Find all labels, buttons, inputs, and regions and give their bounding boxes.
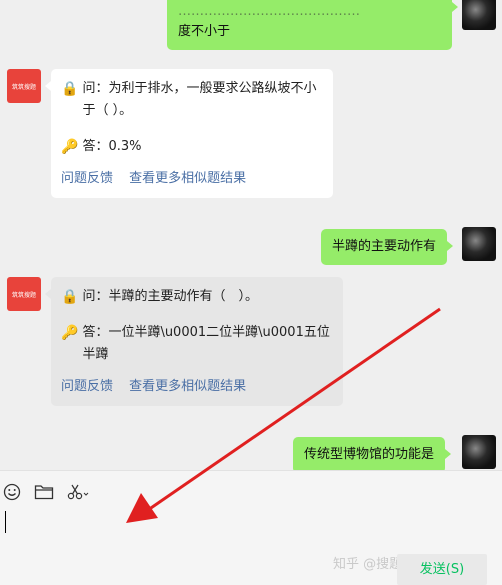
red-arrow-annotation (126, 307, 441, 523)
arrow-shaft (147, 307, 441, 512)
